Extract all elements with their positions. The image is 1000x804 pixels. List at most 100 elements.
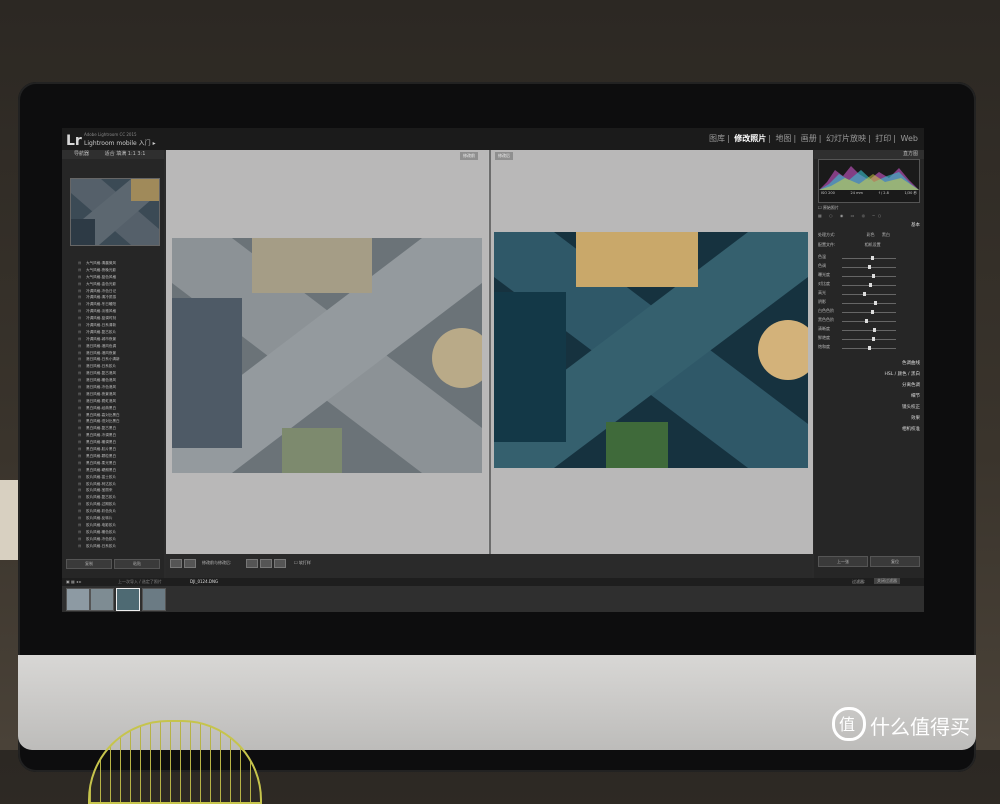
slider-knob[interactable] [868, 265, 871, 269]
module-map[interactable]: 地图 [776, 134, 792, 143]
slider-knob[interactable] [873, 328, 877, 332]
preset-item[interactable]: 冷调风格-淡雅风格 [68, 308, 162, 315]
preset-item[interactable]: 胶片风格-柯达胶片 [68, 481, 162, 488]
filmstrip-thumb[interactable] [66, 588, 90, 611]
slider-track[interactable] [842, 319, 896, 323]
soft-proofing-checkbox[interactable]: ☐ 软打样 [294, 559, 311, 567]
preset-item[interactable]: 黑白风格-胶片黑白 [68, 446, 162, 453]
loupe-view-button[interactable] [170, 559, 182, 568]
paste-button[interactable]: 粘贴 [114, 559, 160, 569]
after-photo[interactable] [494, 232, 808, 468]
preset-item[interactable]: 胶片风格-反转片 [68, 515, 162, 522]
treatment-color[interactable]: 彩色 [867, 232, 875, 237]
reset-button[interactable]: 复位 [870, 556, 920, 567]
preset-item[interactable]: 港日风格-复古港风 [68, 370, 162, 377]
slider-knob[interactable] [870, 310, 874, 314]
filmstrip-thumb[interactable] [90, 588, 114, 611]
preset-item[interactable]: 黑白风格-高对比黑白 [68, 412, 162, 419]
preset-item[interactable]: 冷调风格-冷色日记 [68, 288, 162, 295]
preset-item[interactable]: 胶片风格-冷色胶片 [68, 536, 162, 543]
before-photo[interactable] [172, 238, 482, 473]
before-after-view-button[interactable] [184, 559, 196, 568]
preset-item[interactable]: 胶片风格-宝丽来 [68, 487, 162, 494]
preset-item[interactable]: 黑白风格-柔光黑白 [68, 460, 162, 467]
preset-item[interactable]: 港日风格-港风夜景 [68, 350, 162, 357]
slider-track[interactable] [842, 310, 896, 314]
preset-item[interactable]: 大气风格-夜晚光影 [68, 267, 162, 274]
preset-item[interactable]: 胶片风格-暖色胶片 [68, 529, 162, 536]
slider-track[interactable] [842, 256, 896, 260]
module-book[interactable]: 画册 [801, 134, 817, 143]
preset-item[interactable]: 黑白风格-冷调黑白 [68, 432, 162, 439]
preset-item[interactable]: 冷调风格-复古胶片 [68, 329, 162, 336]
slider-track[interactable] [842, 337, 896, 341]
navigator-preview[interactable] [70, 178, 160, 246]
histogram-header[interactable]: 直方图 [814, 150, 924, 159]
slider-track[interactable] [842, 346, 896, 350]
preset-item[interactable]: 黑白风格-复古黑白 [68, 425, 162, 432]
preset-item[interactable]: 大气风格-清晨微风 [68, 260, 162, 267]
preset-item[interactable]: 冷调风格-冬日暖阳 [68, 301, 162, 308]
navigator-zoom-options[interactable]: 适合 填满 1:1 3:1 [105, 151, 146, 157]
module-slideshow[interactable]: 幻灯片放映 [826, 134, 866, 143]
preset-item[interactable]: 胶片风格-彩色负片 [68, 508, 162, 515]
navigator-header[interactable]: 导航器 适合 填满 1:1 3:1 [62, 150, 164, 159]
preset-item[interactable]: 黑白风格-低对比黑白 [68, 418, 162, 425]
module-print[interactable]: 打印 [875, 134, 891, 143]
panel-section-header[interactable]: 相机校准 [818, 426, 920, 434]
preset-item[interactable]: 胶片风格-富士胶片 [68, 474, 162, 481]
preset-item[interactable]: 港日风格-夜景港风 [68, 391, 162, 398]
slider-track[interactable] [842, 283, 896, 287]
slider-knob[interactable] [872, 274, 876, 278]
module-develop[interactable]: 修改照片 [734, 134, 766, 143]
preset-item[interactable]: 大气风格-蓝色风格 [68, 274, 162, 281]
module-web[interactable]: Web [901, 134, 918, 143]
preset-item[interactable]: 黑白风格-颗粒黑白 [68, 453, 162, 460]
identity-plate[interactable]: Lightroom mobile 入门 ▸ [84, 138, 156, 147]
previous-button[interactable]: 上一张 [818, 556, 868, 567]
panel-section-header[interactable]: 效果 [818, 415, 920, 423]
slider-knob[interactable] [874, 301, 878, 305]
profile-select[interactable]: 相机设置 [865, 242, 881, 247]
slider-track[interactable] [842, 265, 896, 269]
slider-track[interactable] [842, 274, 896, 278]
preset-item[interactable]: 冷调风格-清冷质感 [68, 294, 162, 301]
slider-track[interactable] [842, 301, 896, 305]
filmstrip-source[interactable]: 上一次导入 / 选定了照片 [118, 579, 162, 585]
copy-button[interactable]: 复制 [66, 559, 112, 569]
preset-item[interactable]: 黑白风格-经典黑白 [68, 405, 162, 412]
preset-item[interactable]: 胶片风格-复古胶片 [68, 494, 162, 501]
filmstrip-thumb[interactable] [142, 588, 166, 611]
preset-item[interactable]: 冷调风格-城市夜景 [68, 336, 162, 343]
panel-section-header[interactable]: 色调曲线 [818, 360, 920, 368]
treatment-bw[interactable]: 黑白 [882, 232, 890, 237]
preset-item[interactable]: 胶片风格-过期胶片 [68, 501, 162, 508]
panel-section-header[interactable]: 镜头校正 [818, 404, 920, 412]
panel-section-header[interactable]: 细节 [818, 393, 920, 401]
preset-item[interactable]: 黑白风格-暖调黑白 [68, 439, 162, 446]
preset-item[interactable]: 港日风格-霓虹港风 [68, 398, 162, 405]
slider-knob[interactable] [868, 346, 871, 350]
panel-section-header[interactable]: 分离色调 [818, 382, 920, 390]
filmstrip-view-toggles[interactable]: ▣ ▦ ◂ ▸ [66, 579, 81, 584]
preset-item[interactable]: 港日风格-港风色调 [68, 343, 162, 350]
slider-knob[interactable] [870, 256, 874, 260]
preset-item[interactable]: 大气风格-金色光影 [68, 281, 162, 288]
preset-item[interactable]: 港日风格-冷色港风 [68, 384, 162, 391]
slider-track[interactable] [842, 328, 896, 332]
preset-item[interactable]: 胶片风格-日系胶片 [68, 543, 162, 550]
preset-item[interactable]: 港日风格-日系胶片 [68, 363, 162, 370]
slider-knob[interactable] [869, 283, 873, 287]
basic-section-header[interactable]: 基本 [818, 222, 920, 230]
slider-knob[interactable] [872, 337, 876, 341]
filter-select[interactable]: 关闭过滤器 [874, 578, 900, 584]
slider-knob[interactable] [865, 319, 869, 323]
preset-item[interactable]: 港日风格-日系小清新 [68, 356, 162, 363]
preset-item[interactable]: 黑白风格-硬朗黑白 [68, 467, 162, 474]
copy-after-to-before-button[interactable] [274, 559, 286, 568]
copy-before-to-after-button[interactable] [260, 559, 272, 568]
module-library[interactable]: 图库 [709, 134, 725, 143]
original-photo-checkbox[interactable]: ☐ 原始照片 [818, 205, 839, 211]
panel-section-header[interactable]: HSL / 颜色 / 黑白 [818, 371, 920, 379]
preset-item[interactable]: 胶片风格-电影胶片 [68, 522, 162, 529]
